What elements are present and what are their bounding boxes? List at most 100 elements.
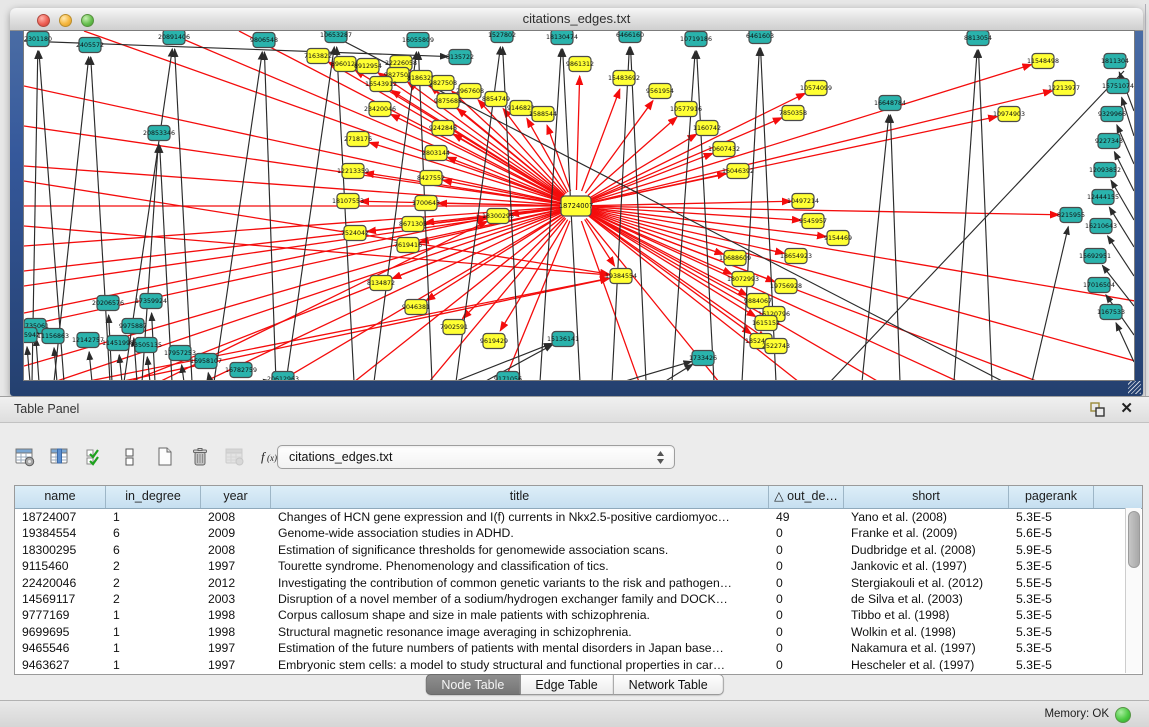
graph-node[interactable]: 19384554 [605, 269, 637, 284]
table-selector-dropdown[interactable]: citations_edges.txt [277, 445, 675, 469]
graph-node[interactable]: 1700643 [412, 196, 440, 211]
column-header-out_de[interactable]: △ out_de… [769, 486, 844, 508]
graph-edge[interactable] [742, 48, 759, 381]
new-column-button[interactable] [152, 444, 178, 470]
graph-node[interactable]: 8135722 [446, 50, 474, 65]
graph-node[interactable]: 12213977 [1048, 81, 1080, 96]
graph-node[interactable]: 10497214 [787, 194, 819, 209]
graph-edge[interactable] [591, 212, 1039, 381]
graph-node[interactable]: 8671305 [399, 217, 427, 232]
graph-node[interactable]: 18107553 [332, 194, 364, 209]
graph-node[interactable]: 9227343 [1095, 134, 1123, 149]
graph-node[interactable]: 2522743 [762, 339, 790, 354]
graph-node[interactable]: 7850358 [779, 106, 807, 121]
graph-node[interactable]: 11156863 [37, 329, 69, 344]
graph-node[interactable]: 9806548 [250, 33, 278, 48]
graph-node[interactable]: 20206576 [92, 296, 124, 311]
graph-node[interactable]: 9242848 [429, 121, 457, 136]
column-header-title[interactable]: title [271, 486, 769, 508]
network-canvas[interactable]: 2301180240557220891406980654810653287160… [23, 30, 1135, 381]
graph-edge[interactable] [978, 50, 992, 381]
window-resize-grip[interactable] [1128, 381, 1141, 394]
graph-edge[interactable] [664, 364, 693, 381]
delete-column-button[interactable] [187, 444, 213, 470]
graph-node[interactable]: 9875685 [434, 94, 462, 109]
graph-node[interactable]: 7163822 [304, 49, 332, 64]
close-panel-icon[interactable]: ✕ [1120, 399, 1133, 417]
graph-node[interactable]: 1615152 [752, 316, 780, 331]
graph-node[interactable]: 10607432 [708, 142, 740, 157]
graph-node[interactable]: 9975887 [119, 319, 147, 334]
graph-node[interactable]: 16046392 [722, 164, 754, 179]
column-header-name[interactable]: name [15, 486, 106, 508]
show-columns-button[interactable] [47, 444, 73, 470]
table-row[interactable]: 1830029562008Estimation of significance … [15, 542, 1142, 558]
graph-node[interactable]: 9046381 [402, 300, 430, 315]
graph-node[interactable]: 20853346 [143, 126, 175, 141]
graph-edge[interactable] [862, 115, 889, 381]
graph-node[interactable]: 2405572 [76, 38, 104, 53]
table-row[interactable]: 946554611997Estimation of the future num… [15, 640, 1142, 656]
graph-node[interactable]: 16782759 [225, 363, 257, 378]
column-header-year[interactable]: year [201, 486, 271, 508]
column-header-pagerank[interactable]: pagerank [1009, 486, 1094, 508]
citation-network-graph[interactable]: 2301180240557220891406980654810653287160… [24, 31, 1135, 381]
graph-node[interactable]: 18130474 [546, 31, 578, 45]
graph-node[interactable]: 20612963 [267, 372, 299, 382]
graph-node[interactable]: 2718176 [344, 132, 372, 147]
graph-edge[interactable] [182, 365, 184, 381]
table-row[interactable]: 1456911722003Disruption of a novel membe… [15, 591, 1142, 607]
table-row[interactable]: 969969511998Structural magnetic resonanc… [15, 624, 1142, 640]
graph-edge[interactable] [89, 352, 92, 381]
graph-node[interactable]: 2301180 [24, 32, 52, 47]
graph-edge[interactable] [890, 115, 900, 381]
table-row[interactable]: 911546021997Tourette syndrome. Phenomeno… [15, 558, 1142, 574]
graph-node[interactable]: 2967608 [456, 84, 484, 99]
graph-edge[interactable] [1108, 236, 1134, 276]
graph-node[interactable]: 8215955 [1057, 208, 1085, 223]
graph-node[interactable]: 2803144 [422, 146, 450, 161]
graph-edge[interactable] [36, 338, 39, 381]
table-mode-button[interactable] [12, 444, 38, 470]
graph-edge[interactable] [84, 278, 609, 381]
graph-node[interactable]: 20891406 [158, 31, 190, 45]
graph-node[interactable]: 12142757 [72, 333, 104, 348]
graph-node[interactable]: 1527802 [488, 31, 516, 43]
graph-node[interactable]: 15692951 [1079, 249, 1111, 264]
graph-node[interactable]: 10574099 [800, 81, 832, 96]
graph-node[interactable]: 18300295 [482, 209, 514, 224]
graph-edge[interactable] [286, 47, 334, 381]
graph-node[interactable]: 1160742 [693, 121, 721, 136]
graph-edge[interactable] [592, 116, 998, 202]
graph-edge[interactable] [582, 89, 620, 191]
graph-edge[interactable] [697, 51, 714, 381]
graph-edge[interactable] [1032, 227, 1068, 381]
graph-node[interactable]: 1733426 [689, 351, 717, 366]
graph-node[interactable]: 9545957 [799, 214, 827, 229]
graph-edge[interactable] [214, 52, 262, 381]
graph-node[interactable]: 9329966 [1098, 107, 1126, 122]
table-row[interactable]: 1938455462009Genome-wide association stu… [15, 525, 1142, 541]
table-row[interactable]: 946362711997Embryonic stem cells: a mode… [15, 657, 1142, 673]
graph-node[interactable]: 10719186 [680, 32, 712, 47]
graph-node[interactable]: 8134872 [367, 276, 395, 291]
graph-node[interactable]: 8912954 [354, 59, 382, 74]
graph-node[interactable]: 7619416 [394, 238, 422, 253]
graph-edge[interactable] [954, 50, 977, 381]
table-row[interactable]: 2242004622012Investigating the contribut… [15, 575, 1142, 591]
graph-node[interactable]: 7902591 [440, 320, 468, 335]
graph-node[interactable]: 17016504 [1083, 278, 1115, 293]
graph-node[interactable]: 10974903 [993, 107, 1025, 122]
graph-node[interactable]: 16958107 [190, 354, 222, 369]
graph-node[interactable]: 23420046 [364, 102, 396, 117]
graph-node[interactable]: 1588544 [529, 107, 557, 122]
graph-node[interactable]: 8854749 [482, 92, 510, 107]
tab-node-table[interactable]: Node Table [425, 674, 520, 695]
graph-node[interactable]: 12444155 [1087, 190, 1119, 205]
graph-node[interactable]: 8427552 [417, 171, 445, 186]
graph-node[interactable]: 10577916 [670, 102, 702, 117]
graph-node[interactable]: 15751074 [1102, 79, 1134, 94]
float-panel-icon[interactable] [1090, 402, 1105, 417]
graph-node[interactable]: 9171056 [494, 372, 522, 382]
graph-edge[interactable] [830, 71, 1124, 381]
